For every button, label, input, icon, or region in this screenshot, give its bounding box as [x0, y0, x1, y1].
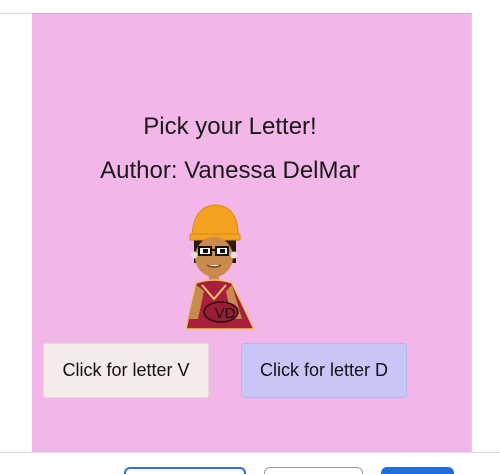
top-divider [0, 13, 32, 14]
letter-d-button[interactable]: Click for letter D [241, 343, 407, 398]
canvas-stage: Pick your Letter! Author: Vanessa DelMar [32, 13, 472, 452]
page-title: Pick your Letter! [143, 113, 317, 140]
letter-v-button[interactable]: Click for letter V [43, 343, 209, 398]
avatar-initials: VD [214, 305, 236, 322]
bottom-toolbar [0, 452, 500, 474]
toolbar-button-outline[interactable] [264, 467, 363, 474]
author-label: Author: Vanessa DelMar [100, 157, 360, 184]
toolbar-button-outline-primary[interactable] [124, 467, 246, 474]
toolbar-button-primary[interactable] [381, 467, 454, 474]
page: Pick your Letter! Author: Vanessa DelMar [0, 0, 500, 474]
